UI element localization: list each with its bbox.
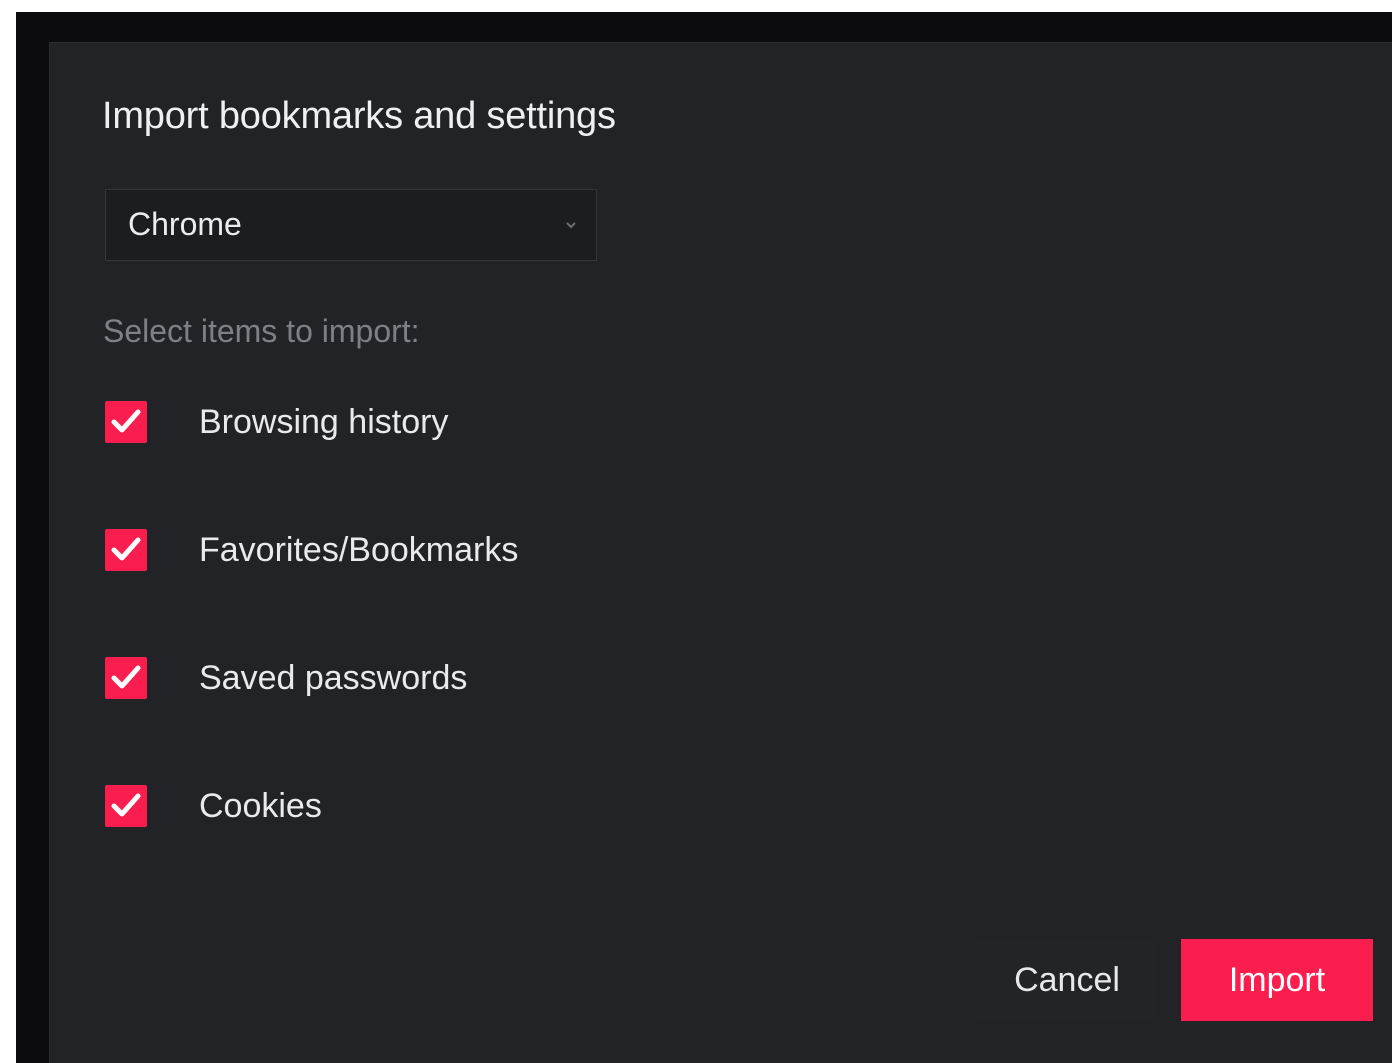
option-label: Saved passwords (199, 659, 468, 697)
browser-select[interactable]: Chrome (105, 189, 597, 261)
option-label: Browsing history (199, 403, 449, 441)
import-button[interactable]: Import (1181, 939, 1373, 1021)
browsing-history-checkbox[interactable] (105, 401, 147, 443)
select-items-label: Select items to import: (103, 313, 420, 349)
chevron-down-icon (564, 218, 578, 232)
check-icon (111, 537, 141, 561)
option-label: Cookies (199, 787, 322, 825)
option-browsing-history[interactable]: Browsing history (105, 401, 665, 447)
check-icon (111, 665, 141, 689)
option-label: Favorites/Bookmarks (199, 531, 519, 569)
dialog-title: Import bookmarks and settings (102, 95, 616, 137)
option-favorites-bookmarks[interactable]: Favorites/Bookmarks (105, 529, 665, 575)
browser-select-value: Chrome (128, 206, 242, 242)
cancel-button[interactable]: Cancel (977, 939, 1157, 1021)
check-icon (111, 409, 141, 433)
saved-passwords-checkbox[interactable] (105, 657, 147, 699)
cookies-checkbox[interactable] (105, 785, 147, 827)
favorites-bookmarks-checkbox[interactable] (105, 529, 147, 571)
import-dialog: Import bookmarks and settings Chrome Sel… (49, 42, 1392, 1063)
option-cookies[interactable]: Cookies (105, 785, 665, 831)
window-frame: Import bookmarks and settings Chrome Sel… (16, 12, 1392, 1063)
check-icon (111, 793, 141, 817)
option-saved-passwords[interactable]: Saved passwords (105, 657, 665, 703)
